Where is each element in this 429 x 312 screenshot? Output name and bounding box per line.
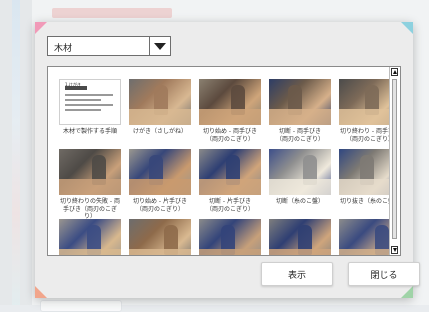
video-tile[interactable]: 切断 - 片手びき （両刃のこぎり） [199, 149, 261, 213]
background-card [40, 300, 122, 312]
video-thumbnail [269, 79, 331, 125]
scrollbar-thumb[interactable] [392, 79, 397, 239]
vertical-scrollbar[interactable] [389, 67, 400, 255]
video-thumbnail [129, 149, 191, 195]
video-thumbnail: 1.けがき [59, 79, 121, 125]
video-tile[interactable]: 切断 - 両手びき （両刃のこぎり） [269, 79, 331, 143]
video-thumbnail [129, 219, 191, 255]
video-tile[interactable]: 切断（糸のこ盤） [269, 149, 331, 206]
video-thumbnail [129, 79, 191, 125]
video-caption: 切り始め - 両手びき （両刃のこぎり） [203, 128, 257, 143]
corner-accent-bottom-left [35, 286, 47, 298]
video-workpiece [199, 249, 261, 255]
video-tile[interactable] [269, 219, 331, 255]
video-tile[interactable]: 切り始め - 両手びき （両刃のこぎり） [199, 79, 261, 143]
arrow-up-icon [393, 70, 397, 74]
video-thumbnail [59, 219, 121, 255]
video-workpiece [269, 249, 331, 255]
video-workpiece [129, 179, 191, 195]
chevron-down-icon [154, 42, 166, 50]
video-tile[interactable] [59, 219, 121, 255]
video-thumbnail [59, 149, 121, 195]
video-caption: 木材で製作する手順 [62, 128, 117, 135]
video-tile[interactable]: 切り始め - 片手びき （両刃のこぎり） [129, 149, 191, 213]
doc-text-line [65, 94, 113, 96]
video-caption: 切り始め - 片手びき （両刃のこぎり） [133, 198, 187, 213]
video-workpiece [199, 109, 261, 125]
video-thumbnail [199, 149, 261, 195]
video-workpiece [129, 109, 191, 125]
video-workpiece [59, 179, 121, 195]
doc-text-line [65, 99, 101, 101]
material-dropdown-value: 木材 [54, 44, 73, 54]
material-dialog: 木材 1.けがき 木材で製作する手順 けがき（さしがね） 切り始め - 両手びき （両… [35, 22, 420, 298]
video-workpiece [129, 249, 191, 255]
material-dropdown[interactable]: 木材 [47, 36, 171, 56]
scroll-down-button[interactable] [391, 246, 398, 254]
corner-accent-top-left [35, 22, 47, 34]
video-list-panel: 1.けがき 木材で製作する手順 けがき（さしがね） 切り始め - 両手びき （両刃のこ… [47, 66, 401, 256]
corner-accent-bottom-right [401, 286, 413, 298]
dropdown-toggle-button[interactable] [149, 37, 170, 55]
video-thumbnail [199, 79, 261, 125]
video-tile[interactable]: 1.けがき木材で製作する手順 [59, 79, 121, 136]
video-tile[interactable]: けがき（さしがね） [129, 79, 191, 136]
video-caption: けがき（さしがね） [132, 128, 187, 135]
video-workpiece [269, 109, 331, 125]
background-stripe [12, 0, 20, 305]
video-workpiece [199, 179, 261, 195]
video-caption: 切断 - 片手びき （両刃のこぎり） [205, 198, 254, 213]
corner-accent-top-right [401, 22, 413, 34]
show-button[interactable]: 表示 [261, 262, 333, 286]
video-tile[interactable]: 切り終わりの失敗 - 両 手びき（両刃のこぎり） [59, 149, 121, 221]
doc-text-line [65, 109, 101, 111]
video-caption: 切り終わりの失敗 - 両 手びき（両刃のこぎり） [60, 198, 120, 220]
video-workpiece [269, 179, 331, 195]
background-title [52, 8, 172, 18]
video-thumbnail [269, 219, 331, 255]
video-caption: 切断 - 両手びき （両刃のこぎり） [275, 128, 324, 143]
video-caption: 切断（糸のこ盤） [275, 198, 324, 205]
scroll-up-button[interactable] [391, 68, 398, 76]
doc-text-line [65, 104, 113, 106]
doc-title: 1.けがき [65, 82, 81, 87]
video-tile[interactable] [199, 219, 261, 255]
video-thumbnail [269, 149, 331, 195]
arrow-down-icon [393, 248, 397, 252]
video-workpiece [59, 249, 121, 255]
video-thumbnail [199, 219, 261, 255]
video-tile[interactable] [129, 219, 191, 255]
close-button[interactable]: 閉じる [348, 262, 420, 286]
